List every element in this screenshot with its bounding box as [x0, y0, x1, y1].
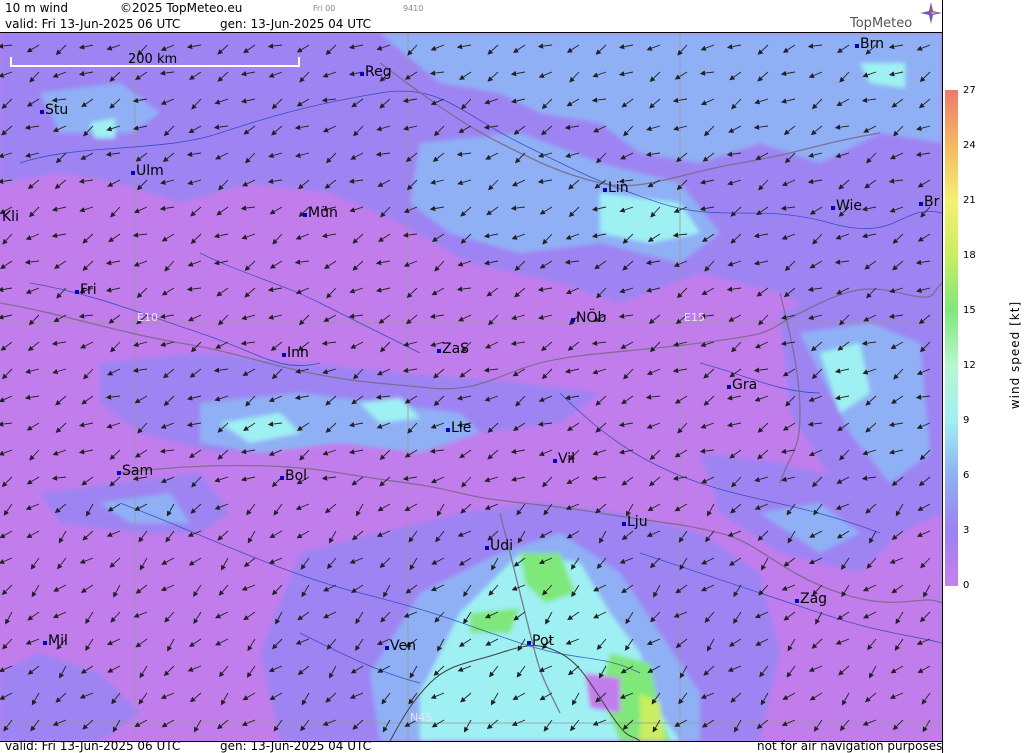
city-label: ZaS [442, 341, 470, 357]
city-label: Pot [532, 633, 554, 649]
legend-tick: 9 [963, 415, 970, 426]
city-label: Gra [732, 377, 758, 393]
city-lju[interactable]: Lju [622, 515, 648, 529]
legend-tick: 15 [963, 305, 976, 316]
city-label: Reg [365, 64, 392, 80]
legend-tick: 18 [963, 250, 976, 261]
legend-tick: 3 [963, 525, 970, 536]
city-zas[interactable]: ZaS [437, 342, 469, 356]
wind-field [0, 33, 942, 741]
city-label: Mil [48, 633, 68, 649]
legend-title: wind speed [kt] [1008, 300, 1022, 410]
city-label: Inn [287, 345, 309, 361]
city-pot[interactable]: Pot [527, 634, 554, 648]
city-kli[interactable]: Kli [2, 210, 19, 224]
copyright: ©2025 TopMeteo.eu [120, 1, 243, 15]
city-label: Stu [45, 102, 69, 118]
city-udi[interactable]: Udi [485, 539, 513, 553]
legend-tick: 12 [963, 360, 976, 371]
city-label: Udi [490, 538, 514, 554]
city-bol[interactable]: Bol [280, 469, 307, 483]
city-vil[interactable]: Vil [553, 452, 575, 466]
city-label: Lju [627, 514, 648, 530]
generation-time: gen: 13-Jun-2025 04 UTC [220, 17, 372, 31]
city-label: Ulm [136, 163, 164, 179]
panel-divider [942, 0, 943, 753]
city-label: Mün [308, 205, 338, 221]
legend-tick: 6 [963, 470, 970, 481]
city-label: Kli [2, 209, 19, 225]
city-label: Br [924, 194, 940, 210]
city-fri[interactable]: Fri [75, 283, 97, 297]
valid-time: valid: Fri 13-Jun-2025 06 UTC [5, 17, 181, 31]
grid-label-e15: E15 [684, 311, 705, 324]
city-ulm[interactable]: Ulm [131, 164, 164, 178]
city-label: Zag [800, 591, 828, 607]
city-label: Lin [608, 180, 629, 196]
city-label: Wie [836, 198, 863, 214]
city-zag[interactable]: Zag [795, 592, 827, 606]
footer-disclaimer: not for air navigation purposes [757, 739, 943, 753]
city-label: Lie [451, 420, 472, 436]
city-reg[interactable]: Reg [360, 65, 392, 79]
city-lie[interactable]: Lie [446, 421, 471, 435]
city-inn[interactable]: Inn [282, 346, 309, 360]
grid-label-e10: E10 [137, 311, 158, 324]
legend-tick: 24 [963, 140, 976, 151]
scale-label: 200 km [128, 52, 178, 67]
city-label: Ven [390, 638, 416, 654]
city-mil[interactable]: Mil [43, 634, 68, 648]
city-mun[interactable]: Mün [303, 206, 338, 220]
city-gra[interactable]: Gra [727, 378, 757, 392]
legend-tick: 0 [963, 580, 970, 591]
legend-colorbar [945, 90, 958, 586]
grid-label-n45: N45 [410, 711, 433, 724]
city-nob[interactable]: NÖb [571, 311, 606, 325]
run-label: Fri 00 [313, 4, 336, 13]
city-label: Bol [285, 468, 308, 484]
run-code: 9410 [403, 4, 424, 13]
footer-valid-time: valid: Fri 13-Jun-2025 06 UTC [5, 739, 181, 753]
legend-tick: 21 [963, 195, 976, 206]
city-label: NÖb [576, 310, 607, 326]
city-label: Brn [860, 36, 884, 52]
city-label: Fri [80, 282, 97, 298]
city-sam[interactable]: Sam [117, 464, 153, 478]
wind-map[interactable]: E10 E15 N45 200 km Brn Reg Stu Ulm Lin K… [0, 32, 942, 742]
city-br[interactable]: Br [919, 195, 939, 209]
city-brn[interactable]: Brn [855, 37, 884, 51]
topmeteo-logo: TopMeteo [850, 16, 913, 31]
city-label: Sam [122, 463, 154, 479]
city-lin[interactable]: Lin [603, 181, 629, 195]
legend-tick: 27 [963, 85, 976, 96]
product-title: 10 m wind [5, 1, 68, 15]
city-wie[interactable]: Wie [831, 199, 862, 213]
city-ven[interactable]: Ven [385, 639, 416, 653]
city-stu[interactable]: Stu [40, 103, 68, 117]
compass-star-icon [920, 2, 942, 24]
footer-generation-time: gen: 13-Jun-2025 04 UTC [220, 739, 372, 753]
city-label: Vil [558, 451, 576, 467]
